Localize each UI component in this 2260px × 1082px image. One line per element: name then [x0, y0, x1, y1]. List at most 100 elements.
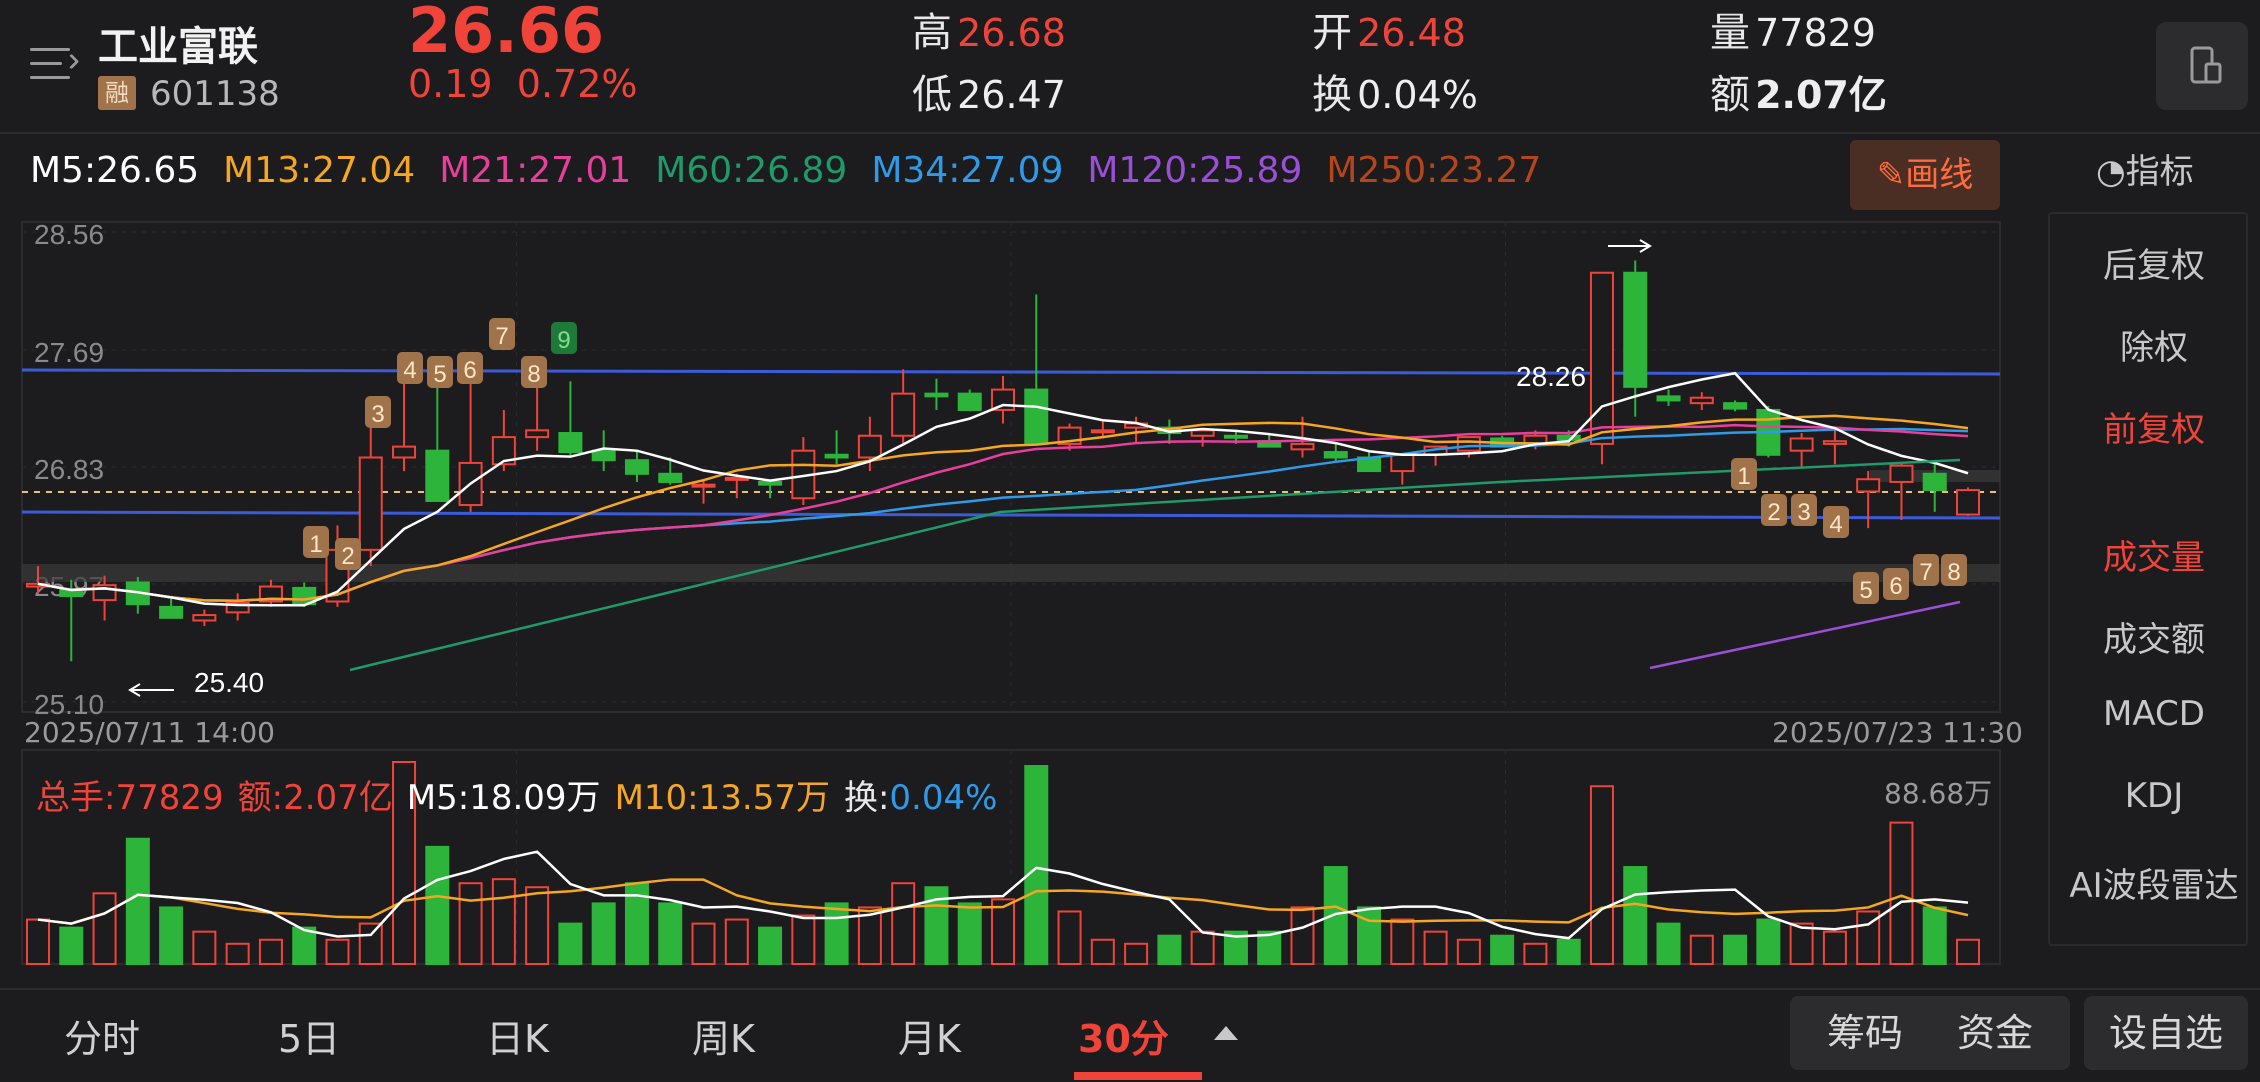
volume-bar [1589, 785, 1614, 965]
candle-body [658, 472, 683, 483]
volume-bar [591, 902, 616, 966]
signal-badge-label: 1 [309, 531, 322, 558]
tab-30min[interactable]: 30分 [1078, 1008, 1169, 1063]
volume-bar [1756, 918, 1781, 965]
volume-bar [957, 902, 982, 966]
ma-legend-item: M13:27.04 [223, 150, 416, 191]
volume-bar [1357, 906, 1382, 966]
volume-bar [458, 882, 483, 966]
volume-amount: 额:2.07亿 [237, 778, 393, 818]
tab-daily[interactable]: 日K [486, 1008, 549, 1063]
change-value: 0.19 [408, 62, 493, 106]
volume-bar [59, 926, 84, 966]
volume-bar [1024, 765, 1049, 965]
volume-bar [791, 914, 816, 966]
volume-label: 量 [1710, 10, 1750, 56]
period-expand-icon[interactable] [1214, 1026, 1238, 1040]
volume-bar [192, 930, 217, 965]
high-quote: 高 26.68 [912, 0, 1066, 58]
high-label: 高 [912, 10, 952, 56]
volume-bar [1956, 938, 1980, 966]
candle-body [1856, 478, 1881, 493]
ma-legend-item: M120:25.89 [1087, 150, 1303, 191]
candle-body [924, 392, 949, 398]
tab-5day[interactable]: 5日 [278, 1008, 340, 1063]
volume-quote: 量 77829 [1710, 0, 1876, 58]
signal-badge-label: 7 [1919, 559, 1932, 586]
candle-body [724, 476, 749, 481]
sidebar-item[interactable]: KDJ [2048, 776, 2260, 816]
ma120-line [1649, 600, 1961, 670]
date-end: 2025/07/23 11:30 [1772, 716, 2023, 749]
volume-bar [1157, 934, 1182, 965]
candle-body [358, 456, 383, 551]
volume-bar [425, 845, 450, 966]
sidebar-item[interactable]: AI波段雷达 [2048, 858, 2260, 907]
candle-body [1922, 472, 1947, 492]
signal-badge-label: 3 [371, 401, 384, 428]
volume-bar [1124, 942, 1149, 965]
candle-body [624, 459, 649, 475]
candle-body [425, 449, 450, 502]
sidebar-item[interactable]: 成交额 [2048, 612, 2260, 661]
sidebar-item[interactable]: 后复权 [2048, 238, 2260, 287]
last-price: 26.66 [408, 0, 605, 67]
candle-body [1223, 434, 1248, 439]
candle-body [1623, 271, 1648, 388]
volume-bar [691, 922, 716, 965]
turnover-quote: 换 0.04% [1312, 62, 1478, 120]
signal-badge-label: 2 [341, 543, 354, 570]
kline-chart[interactable]: 28.5627.6926.8325.9725.1028.2625.401 234 5… [0, 212, 2010, 972]
candle-body [392, 445, 417, 459]
volume-bar [1190, 930, 1215, 965]
volume-bar [891, 882, 916, 966]
volume-bar [1057, 910, 1082, 965]
candle-body [1589, 271, 1614, 445]
volume-bar [1789, 922, 1814, 965]
volume-bar [1656, 922, 1681, 965]
volume-bar [1723, 934, 1748, 965]
volume-bar [558, 922, 583, 965]
sidebar-item[interactable]: 前复权 [2048, 402, 2260, 451]
candle-body [525, 429, 550, 439]
menu-icon[interactable] [30, 44, 80, 84]
volume-bar [1889, 821, 1914, 965]
candle-body [558, 432, 583, 454]
high-value: 26.68 [957, 11, 1066, 55]
tab-weekly[interactable]: 周K [692, 1008, 755, 1063]
turnover-label: 换 [1312, 72, 1352, 118]
low-marker-label: 25.40 [194, 667, 264, 698]
change-percent: 0.72% [516, 62, 638, 106]
signal-badge-label: 2 [1767, 499, 1780, 526]
candle-body [1090, 429, 1115, 434]
candle-body [1656, 395, 1681, 402]
volume-bar [1323, 866, 1348, 965]
sidebar-item[interactable]: 除权 [2048, 320, 2260, 369]
volume-bar [491, 878, 516, 965]
signal-badge-label: 5 [1859, 577, 1872, 604]
add-watchlist-button[interactable]: 设自选 [2084, 996, 2248, 1070]
signal-badge-label: 9 [557, 327, 570, 354]
ma-legend-item: M60:26.89 [655, 150, 848, 191]
quote-header [0, 0, 2260, 134]
candle-body [192, 614, 217, 622]
candle-body [1689, 396, 1714, 405]
sidebar-item[interactable]: MACD [2048, 694, 2260, 734]
date-start: 2025/07/11 14:00 [24, 716, 275, 749]
volume-bar [1822, 930, 1847, 965]
chips-button[interactable]: 筹码 [1800, 996, 1930, 1070]
sidebar-item[interactable]: 成交量 [2048, 530, 2260, 579]
funds-button[interactable]: 资金 [1930, 996, 2060, 1070]
volume-bar [1922, 906, 1947, 966]
candle-body [957, 392, 982, 411]
signal-badge-label: 4 [403, 357, 416, 384]
candle-body [824, 453, 849, 459]
volume-value: 77829 [1755, 11, 1876, 55]
tab-intraday[interactable]: 分时 [64, 1008, 140, 1063]
landscape-toggle-button[interactable] [2156, 22, 2248, 110]
tab-monthly[interactable]: 月K [898, 1008, 961, 1063]
open-quote: 开 26.48 [1312, 0, 1466, 58]
volume-max: 88.68万 [1884, 777, 1993, 810]
draw-line-button[interactable]: ✎画线 [1850, 140, 2000, 210]
candle-body [1822, 440, 1847, 445]
